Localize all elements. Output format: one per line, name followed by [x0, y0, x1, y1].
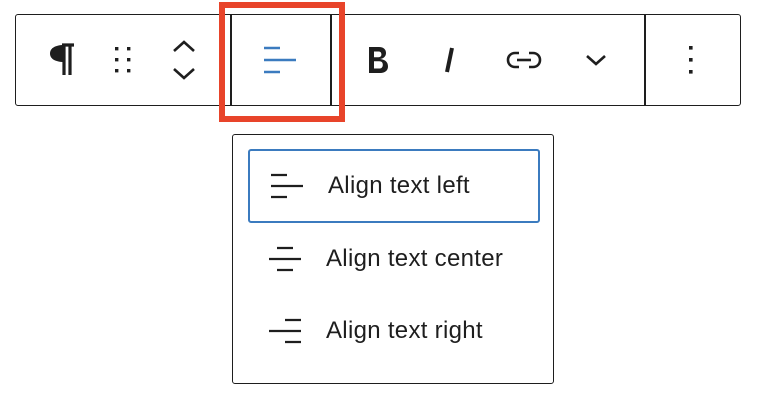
align-left-icon — [264, 46, 296, 74]
block-toolbar — [15, 14, 741, 106]
align-button[interactable] — [232, 15, 328, 105]
align-right-icon — [269, 318, 301, 344]
toolbar-divider — [644, 15, 646, 105]
options-button[interactable] — [658, 15, 724, 105]
link-icon — [506, 51, 542, 69]
menu-item-align-left[interactable]: Align text left — [248, 149, 540, 223]
menu-item-label: Align text left — [328, 172, 470, 199]
italic-icon — [445, 47, 454, 73]
bold-icon — [369, 47, 388, 73]
chevron-up-down-icon — [173, 40, 195, 80]
paragraph-block-button[interactable] — [30, 15, 94, 105]
menu-item-label: Align text center — [326, 245, 504, 272]
menu-item-label: Align text right — [326, 317, 483, 344]
paragraph-icon — [50, 43, 74, 75]
align-center-icon — [269, 246, 301, 272]
menu-item-align-right[interactable]: Align text right — [248, 294, 540, 368]
italic-button[interactable] — [422, 15, 478, 105]
bold-button[interactable] — [350, 15, 406, 105]
move-up-down-button[interactable] — [156, 15, 212, 105]
vertical-ellipsis-icon — [689, 46, 693, 74]
link-button[interactable] — [494, 15, 554, 105]
drag-handle-icon — [115, 47, 131, 73]
menu-item-align-center[interactable]: Align text center — [248, 222, 540, 296]
drag-handle-button[interactable] — [98, 15, 148, 105]
align-left-icon — [271, 173, 303, 199]
toolbar-divider — [330, 15, 332, 105]
chevron-down-icon — [586, 55, 606, 66]
more-rich-text-button[interactable] — [568, 15, 624, 105]
align-dropdown-menu: Align text left Align text center Align … — [232, 134, 554, 384]
